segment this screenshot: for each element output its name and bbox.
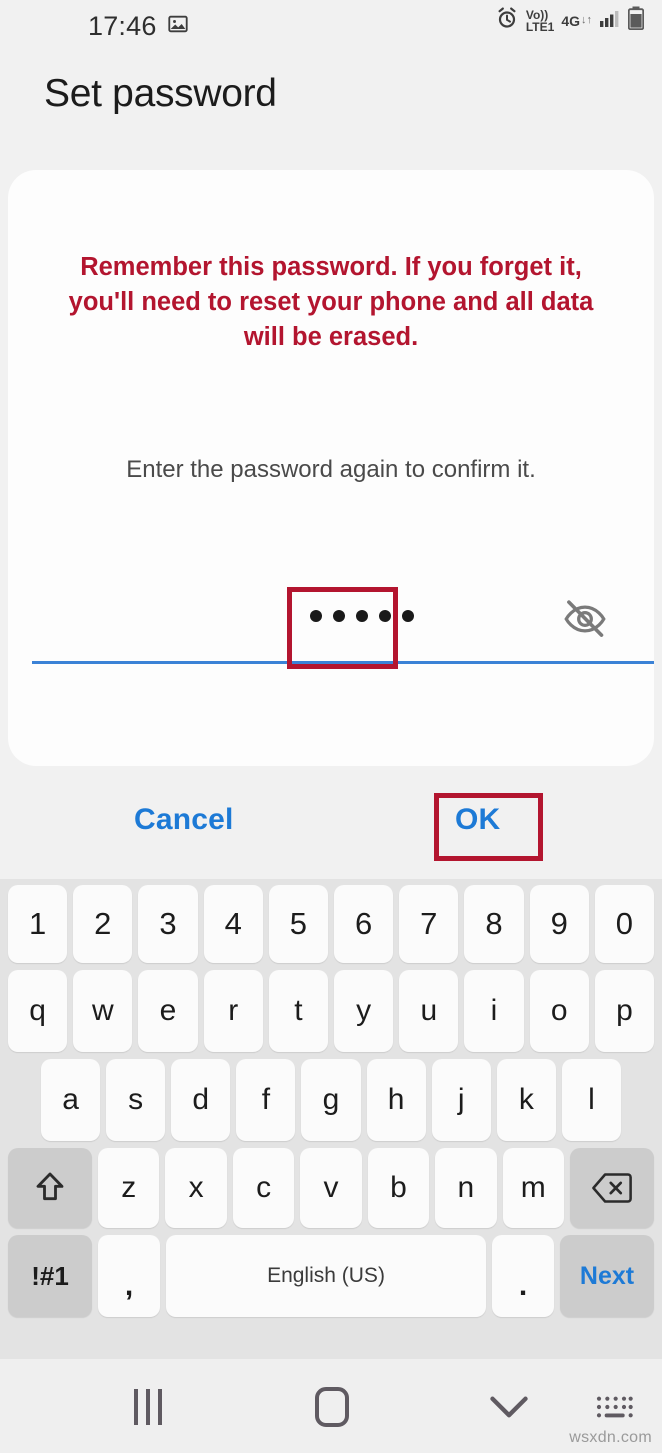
status-bar-left: 17:46 bbox=[88, 11, 189, 42]
symbols-key[interactable]: !#1 bbox=[8, 1235, 92, 1317]
key-9[interactable]: 9 bbox=[529, 885, 589, 963]
password-dot bbox=[310, 610, 322, 622]
battery-icon bbox=[627, 6, 645, 35]
key-2[interactable]: 2 bbox=[73, 885, 133, 963]
backspace-icon[interactable] bbox=[569, 1148, 654, 1228]
key-1[interactable]: 1 bbox=[7, 885, 68, 963]
key-r[interactable]: r bbox=[203, 970, 263, 1052]
set-password-dialog: Remember this password. If you forget it… bbox=[8, 170, 654, 766]
key-n[interactable]: n bbox=[435, 1148, 497, 1228]
key-j[interactable]: j bbox=[431, 1059, 491, 1141]
volte-indicator: Vo)) LTE1 bbox=[525, 7, 555, 34]
on-screen-keyboard: 1 2 3 4 5 6 7 8 9 0 q w e r t y u i o p … bbox=[0, 879, 662, 1359]
key-h[interactable]: h bbox=[366, 1059, 426, 1141]
key-3[interactable]: 3 bbox=[138, 885, 198, 963]
password-dot bbox=[333, 610, 345, 622]
status-bar: 17:46 Vo)) LTE1 4G ↓↑ bbox=[0, 0, 662, 52]
keyboard-row-numbers: 1 2 3 4 5 6 7 8 9 0 bbox=[4, 885, 658, 963]
status-bar-right: Vo)) LTE1 4G ↓↑ bbox=[495, 6, 645, 35]
dialog-button-bar: Cancel OK bbox=[0, 790, 662, 868]
image-icon bbox=[167, 13, 189, 40]
key-y[interactable]: y bbox=[334, 970, 394, 1052]
key-c[interactable]: c bbox=[232, 1148, 295, 1228]
ok-button[interactable]: OK bbox=[455, 803, 500, 837]
keyboard-row-spacebar: !#1 , English (US) . Next bbox=[4, 1235, 658, 1317]
key-u[interactable]: u bbox=[399, 970, 459, 1052]
next-key[interactable]: Next bbox=[560, 1235, 654, 1317]
key-s[interactable]: s bbox=[106, 1059, 166, 1141]
eye-off-icon[interactable] bbox=[562, 596, 608, 642]
key-d[interactable]: d bbox=[171, 1059, 231, 1141]
status-time: 17:46 bbox=[88, 10, 157, 41]
keyboard-row-bottom: z x c v b n m bbox=[4, 1148, 658, 1228]
key-w[interactable]: w bbox=[73, 970, 133, 1052]
phone-screen: 17:46 Vo)) LTE1 4G ↓↑ Set password Remem… bbox=[0, 0, 662, 1453]
key-5[interactable]: 5 bbox=[268, 885, 328, 963]
key-0[interactable]: 0 bbox=[594, 885, 655, 963]
key-6[interactable]: 6 bbox=[334, 885, 394, 963]
password-field-row[interactable] bbox=[24, 580, 654, 670]
key-v[interactable]: v bbox=[300, 1148, 362, 1228]
key-x[interactable]: x bbox=[165, 1148, 227, 1228]
network-type-indicator: 4G ↓↑ bbox=[561, 12, 592, 29]
key-7[interactable]: 7 bbox=[399, 885, 459, 963]
keyboard-row-home: a s d f g h j k l bbox=[4, 1059, 658, 1141]
comma-key[interactable]: , bbox=[98, 1235, 160, 1317]
recents-icon[interactable] bbox=[118, 1385, 178, 1429]
key-o[interactable]: o bbox=[529, 970, 589, 1052]
signal-bars-icon bbox=[599, 8, 621, 33]
password-input[interactable] bbox=[310, 610, 414, 622]
data-arrows-icon: ↓↑ bbox=[581, 14, 592, 26]
key-a[interactable]: a bbox=[41, 1059, 101, 1141]
navigation-bar: wsxdn.com bbox=[0, 1359, 662, 1453]
key-4[interactable]: 4 bbox=[203, 885, 263, 963]
key-f[interactable]: f bbox=[236, 1059, 296, 1141]
key-8[interactable]: 8 bbox=[464, 885, 524, 963]
chevron-down-icon[interactable] bbox=[485, 1389, 533, 1425]
keyboard-switcher-icon[interactable] bbox=[590, 1389, 638, 1425]
key-m[interactable]: m bbox=[502, 1148, 564, 1228]
key-b[interactable]: b bbox=[367, 1148, 430, 1228]
password-underline bbox=[32, 661, 654, 664]
cancel-button[interactable]: Cancel bbox=[134, 803, 234, 837]
key-g[interactable]: g bbox=[301, 1059, 361, 1141]
alarm-clock-icon bbox=[495, 6, 519, 35]
shift-arrow-icon[interactable] bbox=[8, 1148, 93, 1228]
page-title: Set password bbox=[44, 72, 277, 115]
warning-text: Remember this password. If you forget it… bbox=[68, 253, 594, 352]
watermark: wsxdn.com bbox=[569, 1429, 652, 1446]
instruction-text: Enter the password again to confirm it. bbox=[126, 456, 536, 483]
space-key[interactable]: English (US) bbox=[166, 1235, 486, 1317]
key-t[interactable]: t bbox=[268, 970, 328, 1052]
home-icon[interactable] bbox=[302, 1383, 362, 1431]
key-p[interactable]: p bbox=[594, 970, 655, 1052]
key-k[interactable]: k bbox=[496, 1059, 556, 1141]
password-dot bbox=[402, 610, 414, 622]
key-e[interactable]: e bbox=[138, 970, 198, 1052]
password-dot bbox=[356, 610, 368, 622]
keyboard-row-top: q w e r t y u i o p bbox=[4, 970, 658, 1052]
password-dot bbox=[379, 610, 391, 622]
key-q[interactable]: q bbox=[7, 970, 68, 1052]
key-l[interactable]: l bbox=[561, 1059, 621, 1141]
period-key[interactable]: . bbox=[492, 1235, 554, 1317]
key-z[interactable]: z bbox=[98, 1148, 160, 1228]
key-i[interactable]: i bbox=[464, 970, 524, 1052]
